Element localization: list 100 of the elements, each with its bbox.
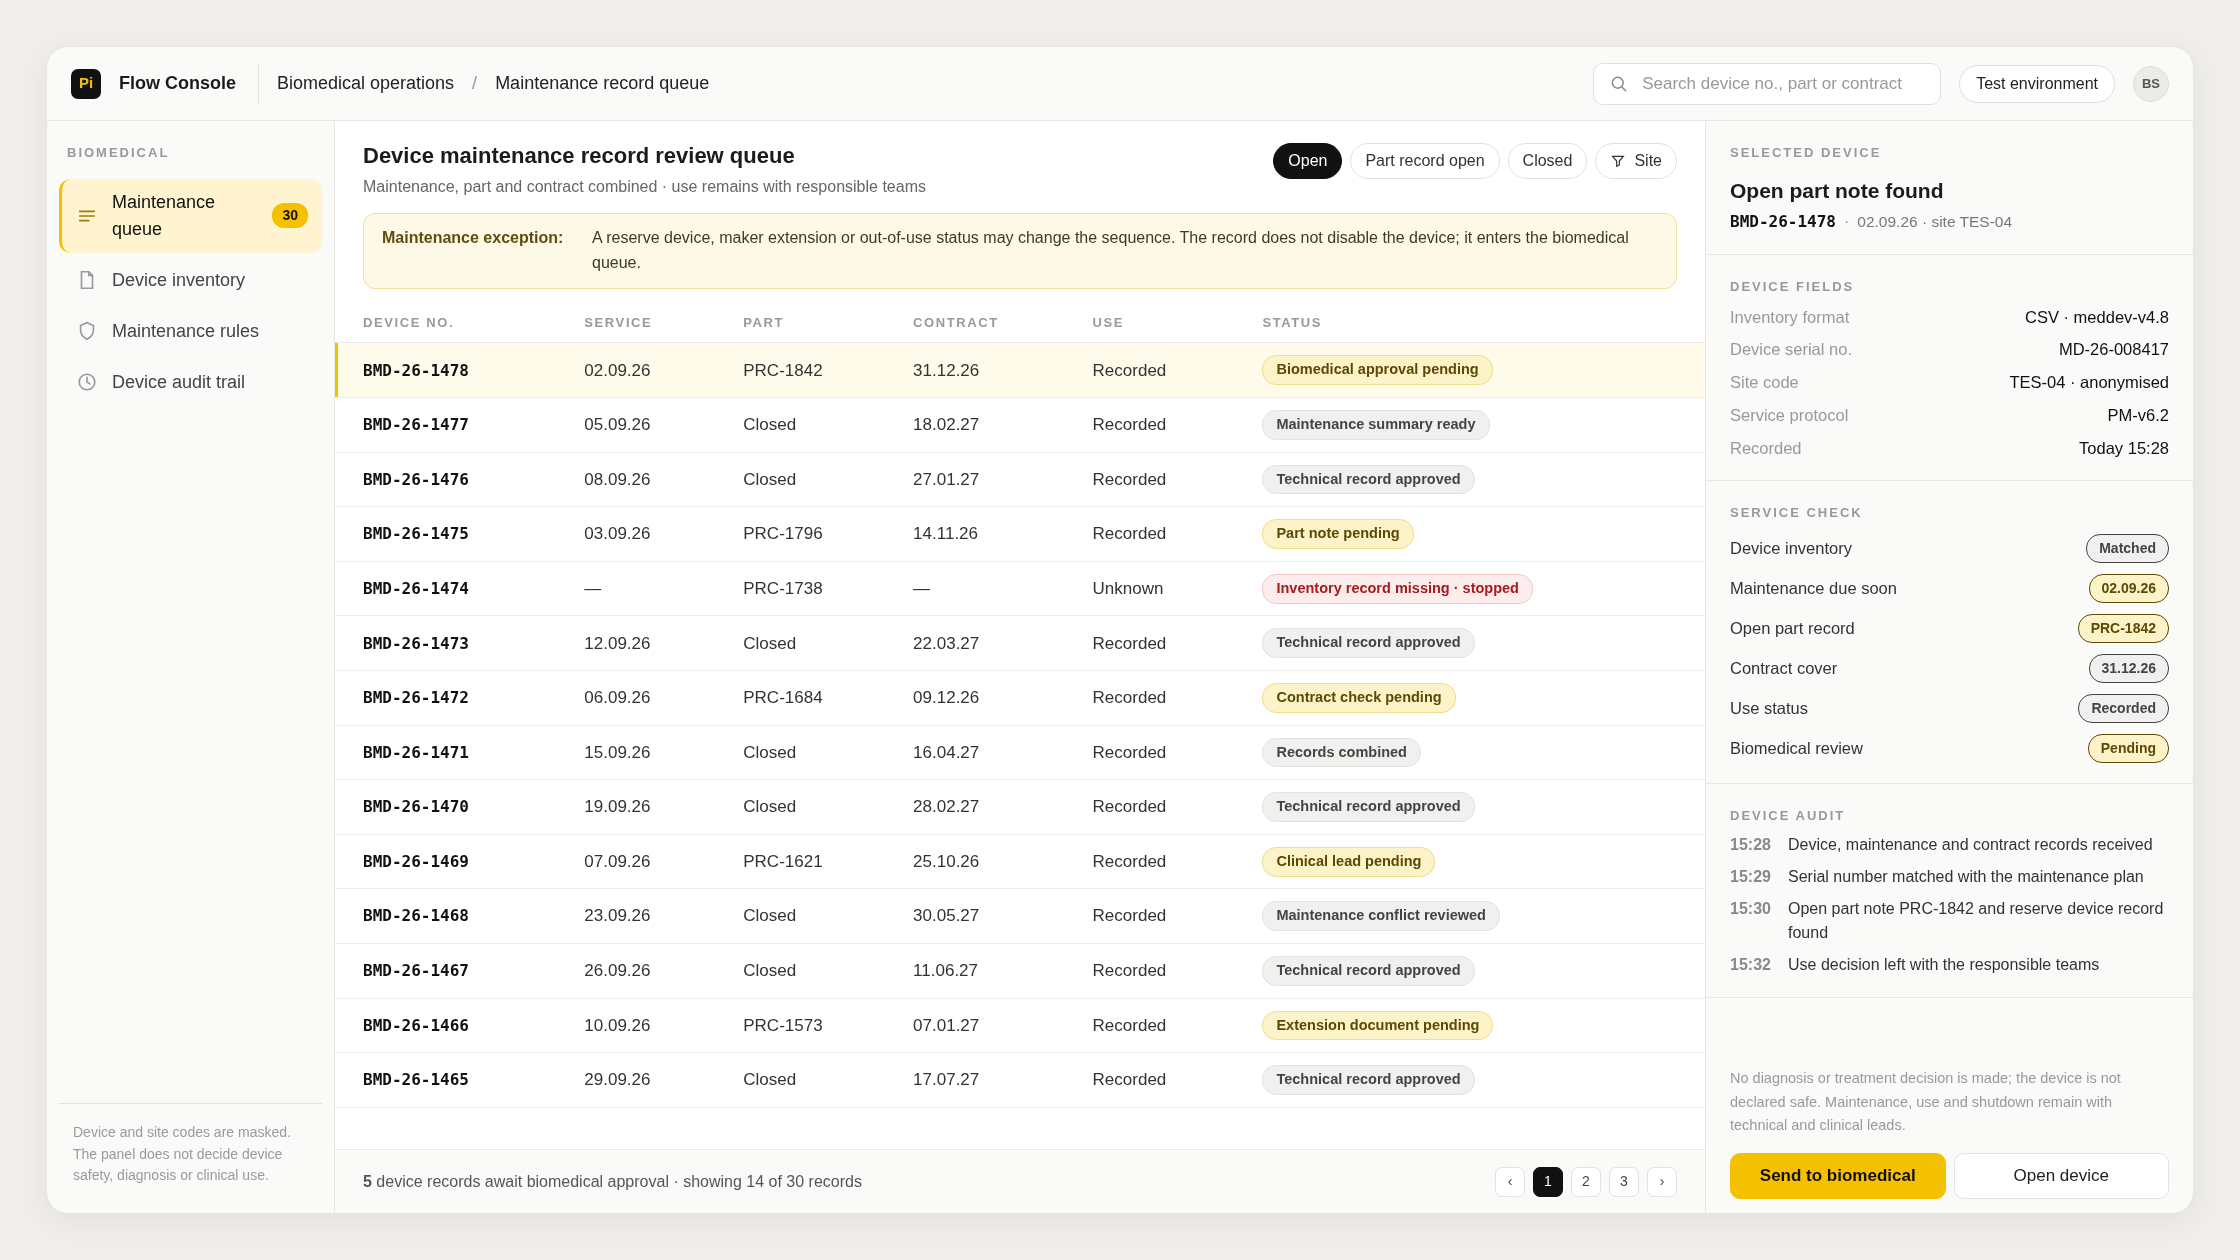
- page-button[interactable]: 3: [1609, 1166, 1639, 1197]
- status-badge: Maintenance conflict reviewed: [1262, 901, 1500, 932]
- table-cell: Closed: [743, 888, 914, 944]
- summary-text: 5 device records await biomedical approval · showing 14 of 30 records: [363, 1171, 862, 1192]
- column-header: CONTRACT: [913, 289, 1093, 343]
- disclaimer-text: No diagnosis or treatment decision is made; the device is not declared safe. Maintenance, use and shutdown remain with technical and clinical leads.: [1730, 1069, 2122, 1135]
- table-row[interactable]: BMD-26-1470 19.09.26 Closed 28.02.27 Recorded Technical record approved: [335, 779, 1705, 835]
- device-number: BMD-26-1472: [363, 688, 469, 708]
- section-title: SELECTED DEVICE: [1730, 144, 1883, 162]
- filter-tab[interactable]: Closed: [1507, 143, 1588, 179]
- table-cell: Recorded: [1092, 615, 1263, 671]
- table-row[interactable]: BMD-26-1475 03.09.26 PRC-1796 14.11.26 Recorded Part note pending: [335, 506, 1705, 562]
- table-cell: Closed: [743, 779, 914, 835]
- filter-tab[interactable]: Part record open: [1350, 143, 1500, 179]
- send-button[interactable]: Send to biomedical: [1730, 1153, 1946, 1199]
- table-cell: PRC-1573: [743, 998, 914, 1053]
- table-row[interactable]: BMD-26-1472 06.09.26 PRC-1684 09.12.26 Recorded Contract check pending: [335, 670, 1705, 726]
- table-cell: PRC-1738: [743, 561, 914, 616]
- notice-label: Maintenance exception:: [382, 228, 565, 249]
- page-button[interactable]: 1: [1533, 1166, 1563, 1197]
- logo: Pi: [71, 68, 101, 99]
- table-cell: Closed: [743, 615, 914, 671]
- table-row[interactable]: BMD-26-1466 10.09.26 PRC-1573 07.01.27 Recorded Extension document pending: [335, 998, 1705, 1053]
- app-name: Flow Console: [119, 63, 259, 104]
- table-row[interactable]: BMD-26-1465 29.09.26 Closed 17.07.27 Recorded Technical record approved: [335, 1052, 1705, 1108]
- sidebar-item[interactable]: Device inventory: [59, 256, 322, 304]
- table-cell: PRC-1842: [743, 343, 914, 398]
- field-value: MD-26-008417: [2058, 339, 2169, 361]
- field-label: Inventory format: [1730, 306, 1850, 328]
- environment-button[interactable]: Test environment: [1959, 64, 2115, 103]
- section-title: SERVICE CHECK: [1730, 504, 1864, 523]
- table-cell: 02.09.26: [584, 343, 744, 398]
- device-number: BMD-26-1475: [363, 524, 469, 544]
- breadcrumb-link[interactable]: Biomedical operations: [277, 70, 455, 97]
- status-badge: Clinical lead pending: [1262, 846, 1436, 877]
- column-header: PART: [743, 289, 914, 343]
- sidebar-item[interactable]: Maintenance queue 30: [59, 178, 322, 253]
- page-button[interactable]: 2: [1571, 1166, 1601, 1197]
- column-header: STATUS: [1262, 289, 1705, 343]
- device-number: BMD-26-1471: [363, 742, 469, 762]
- avatar[interactable]: BS: [2133, 65, 2169, 102]
- status-badge: Technical record approved: [1262, 955, 1475, 986]
- section-title: DEVICE AUDIT: [1730, 806, 1847, 825]
- table-cell: Recorded: [1092, 343, 1263, 398]
- table-row[interactable]: BMD-26-1474 — PRC-1738 — Unknown Inventory record missing · stopped: [335, 561, 1705, 616]
- page-title: Device maintenance record review queue: [363, 143, 796, 170]
- table-row[interactable]: BMD-26-1467 26.09.26 Closed 11.06.27 Recorded Technical record approved: [335, 943, 1705, 999]
- table-row[interactable]: BMD-26-1477 05.09.26 Closed 18.02.27 Recorded Maintenance summary ready: [335, 397, 1705, 453]
- check-label: Use status: [1730, 697, 1808, 719]
- table-cell: Closed: [743, 397, 914, 453]
- count-badge: 30: [272, 203, 308, 228]
- open-button[interactable]: Open device: [1953, 1153, 2169, 1199]
- field-label: Device serial no.: [1730, 339, 1852, 361]
- check-badge: 31.12.26: [2088, 653, 2169, 683]
- check-label: Biomedical review: [1730, 737, 1863, 759]
- table-row[interactable]: BMD-26-1476 08.09.26 Closed 27.01.27 Recorded Technical record approved: [335, 452, 1705, 507]
- filter-button[interactable]: Site: [1595, 143, 1677, 179]
- next-page-button[interactable]: ›: [1647, 1166, 1677, 1197]
- detail-title: Open part note found: [1730, 177, 1945, 204]
- table-cell: 26.09.26: [584, 943, 744, 999]
- device-number: BMD-26-1478: [1730, 211, 1836, 233]
- table-row[interactable]: BMD-26-1478 02.09.26 PRC-1842 31.12.26 Recorded Biomedical approval pending: [335, 343, 1705, 398]
- table-cell: 08.09.26: [584, 452, 744, 507]
- filter-icon: [1610, 153, 1627, 169]
- table-cell: Recorded: [1092, 670, 1263, 726]
- audit-time: 15:32: [1730, 955, 1772, 976]
- table-row[interactable]: BMD-26-1469 07.09.26 PRC-1621 25.10.26 Recorded Clinical lead pending: [335, 834, 1705, 889]
- table-row[interactable]: BMD-26-1471 15.09.26 Closed 16.04.27 Recorded Records combined: [335, 725, 1705, 780]
- check-badge: PRC-1842: [2077, 613, 2169, 643]
- previous-page-button[interactable]: ‹: [1495, 1166, 1525, 1197]
- audit-entry: Device, maintenance and contract records received: [1788, 835, 2153, 856]
- filter-tab[interactable]: Open: [1273, 143, 1343, 179]
- field-label: Site code: [1730, 372, 1799, 393]
- table-cell: 18.02.27: [913, 397, 1093, 453]
- table-cell: 07.01.27: [913, 998, 1093, 1053]
- table-cell: 27.01.27: [913, 452, 1093, 507]
- audit-entry: Serial number matched with the maintenance plan: [1788, 867, 2144, 888]
- device-number: BMD-26-1470: [363, 797, 469, 817]
- table-row[interactable]: BMD-26-1468 23.09.26 Closed 30.05.27 Recorded Maintenance conflict reviewed: [335, 888, 1705, 944]
- device-number: BMD-26-1473: [363, 633, 469, 653]
- sidebar-item[interactable]: Maintenance rules: [59, 307, 322, 355]
- device-number: BMD-26-1465: [363, 1070, 469, 1090]
- table-cell: Closed: [743, 452, 914, 507]
- breadcrumb-separator: /: [472, 72, 478, 95]
- status-badge: Maintenance summary ready: [1262, 410, 1490, 440]
- table-cell: 12.09.26: [584, 615, 744, 671]
- table-cell: Recorded: [1092, 943, 1263, 999]
- table-cell: Recorded: [1092, 888, 1263, 944]
- table-cell: Recorded: [1092, 725, 1263, 780]
- field-value: CSV · meddev-v4.8: [2025, 306, 2169, 328]
- audit-time: 15:29: [1730, 867, 1772, 888]
- device-number: BMD-26-1467: [363, 961, 469, 981]
- table-row[interactable]: BMD-26-1473 12.09.26 Closed 22.03.27 Recorded Technical record approved: [335, 615, 1705, 671]
- search-field[interactable]: Search device no., part or contract: [1593, 62, 1942, 105]
- check-badge: Pending: [2087, 733, 2169, 763]
- status-badge: Technical record approved: [1262, 1065, 1475, 1095]
- breadcrumb-link[interactable]: Maintenance record queue: [495, 70, 710, 97]
- sidebar-item[interactable]: Device audit trail: [59, 358, 322, 406]
- notice-text: A reserve device, maker extension or out-of-use status may change the sequence. The record does not disable the device; it enters the biomedical queue.: [592, 228, 1630, 274]
- status-badge: Inventory record missing · stopped: [1262, 573, 1533, 604]
